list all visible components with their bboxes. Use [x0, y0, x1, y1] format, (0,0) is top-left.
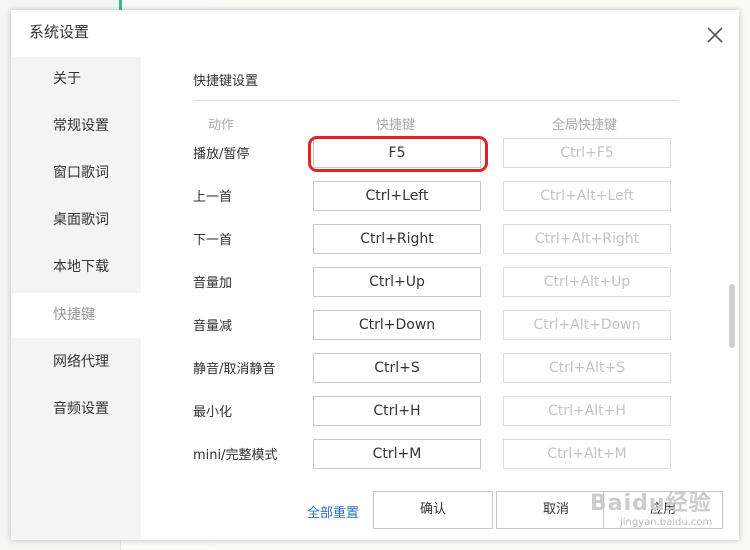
row-label-volume-down: 音量减 — [193, 319, 233, 334]
hotkey-input-mute[interactable]: Ctrl+S — [313, 353, 481, 383]
global-hotkey-input-next[interactable]: Ctrl+Alt+Right — [503, 224, 671, 254]
sidebar-item-audio[interactable]: 音频设置 — [11, 387, 141, 432]
row-label-volume-up: 音量加 — [193, 276, 233, 291]
watermark-url: jingyan.baidu.com — [620, 517, 713, 528]
settings-dialog: 系统设置 关于 常规设置 窗口歌词 桌面歌词 本地下载 快捷键 网络代理 音频设… — [11, 10, 739, 540]
sidebar-item-network-proxy[interactable]: 网络代理 — [11, 340, 141, 385]
hotkey-input-prev[interactable]: Ctrl+Left — [313, 181, 481, 211]
column-header-action: 动作 — [208, 118, 235, 133]
hotkey-input-volume-down[interactable]: Ctrl+Down — [313, 310, 481, 340]
sidebar-item-hotkeys[interactable]: 快捷键 — [11, 293, 141, 338]
watermark-logo: Baidu经验 — [590, 491, 712, 516]
dialog-title: 系统设置 — [29, 23, 90, 41]
row-label-mini-mode: mini/完整模式 — [193, 448, 278, 463]
sidebar-item-about[interactable]: 关于 — [11, 57, 141, 102]
confirm-button[interactable]: 确认 — [373, 491, 493, 529]
global-hotkey-input-prev[interactable]: Ctrl+Alt+Left — [503, 181, 671, 211]
close-button[interactable] — [704, 24, 726, 46]
hotkey-input-volume-up[interactable]: Ctrl+Up — [313, 267, 481, 297]
section-title: 快捷键设置 — [193, 74, 259, 89]
settings-sidebar: 关于 常规设置 窗口歌词 桌面歌词 本地下载 快捷键 网络代理 音频设置 — [11, 57, 141, 540]
global-hotkey-input-volume-down[interactable]: Ctrl+Alt+Down — [503, 310, 671, 340]
global-hotkey-input-play-pause[interactable]: Ctrl+F5 — [503, 138, 671, 168]
background-accent — [119, 0, 122, 10]
reset-all-link[interactable]: 全部重置 — [307, 502, 359, 521]
sidebar-item-general[interactable]: 常规设置 — [11, 104, 141, 149]
global-hotkey-input-mute[interactable]: Ctrl+Alt+S — [503, 353, 671, 383]
column-header-global: 全局快捷键 — [552, 118, 618, 133]
column-header-hotkey: 快捷键 — [376, 118, 416, 133]
sidebar-item-desktop-lyrics[interactable]: 桌面歌词 — [11, 198, 141, 243]
row-label-play-pause: 播放/暂停 — [193, 147, 250, 162]
hotkey-input-play-pause[interactable]: F5 — [313, 138, 481, 168]
global-hotkey-input-minimize[interactable]: Ctrl+Alt+H — [503, 396, 671, 426]
close-icon — [707, 27, 723, 43]
hotkey-input-next[interactable]: Ctrl+Right — [313, 224, 481, 254]
sidebar-item-local-download[interactable]: 本地下载 — [11, 245, 141, 290]
global-hotkey-input-volume-up[interactable]: Ctrl+Alt+Up — [503, 267, 671, 297]
hotkey-input-mini-mode[interactable]: Ctrl+M — [313, 439, 481, 469]
row-label-prev: 上一首 — [193, 190, 233, 205]
hotkey-input-minimize[interactable]: Ctrl+H — [313, 396, 481, 426]
section-divider — [193, 100, 679, 101]
row-label-next: 下一首 — [193, 233, 233, 248]
sidebar-item-window-lyrics[interactable]: 窗口歌词 — [11, 151, 141, 196]
row-label-minimize: 最小化 — [193, 405, 233, 420]
scrollbar-thumb[interactable] — [729, 284, 735, 348]
global-hotkey-input-mini-mode[interactable]: Ctrl+Alt+M — [503, 439, 671, 469]
row-label-mute: 静音/取消静音 — [193, 362, 276, 377]
